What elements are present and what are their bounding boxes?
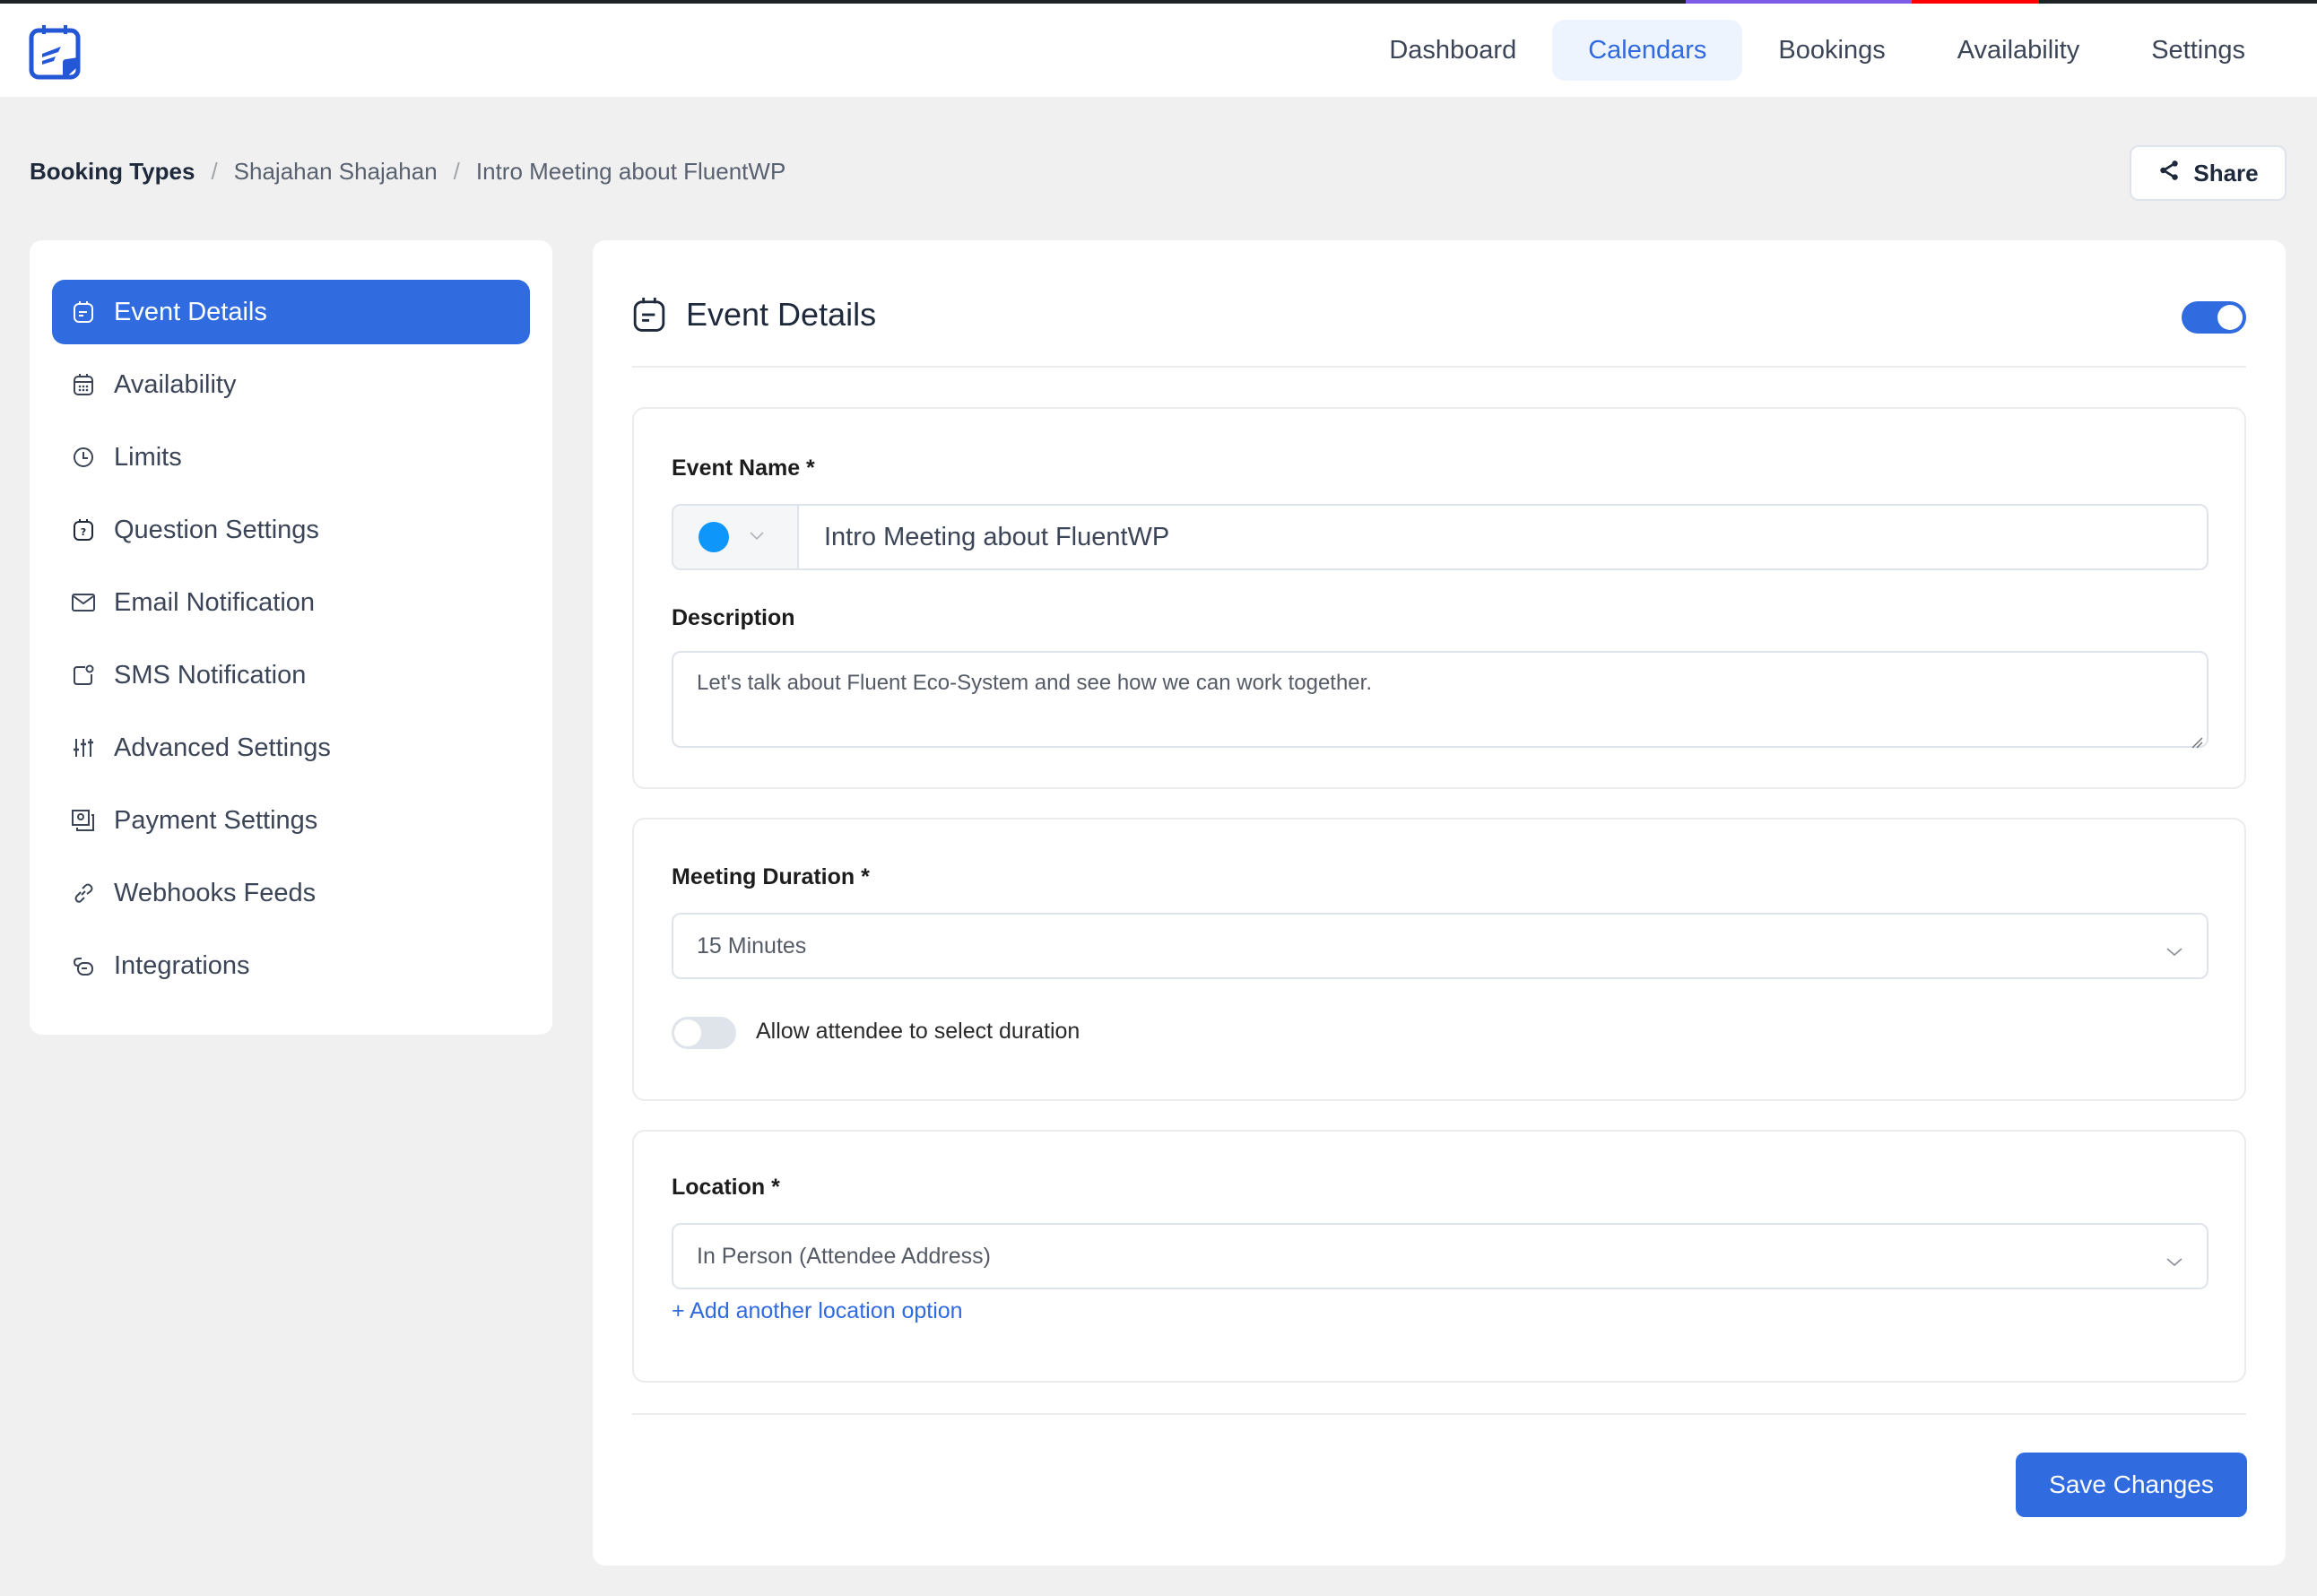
sidebar-item-webhooks-feeds[interactable]: Webhooks Feeds xyxy=(52,861,530,925)
top-header: Dashboard Calendars Bookings Availabilit… xyxy=(0,4,2317,97)
nav-bookings[interactable]: Bookings xyxy=(1742,20,1921,81)
payment-icon xyxy=(72,809,95,832)
event-enabled-toggle[interactable] xyxy=(2182,301,2246,334)
event-details-icon xyxy=(632,296,666,334)
color-swatch xyxy=(699,522,729,552)
sidebar-item-event-details[interactable]: Event Details xyxy=(52,280,530,344)
panel-header: Event Details xyxy=(632,240,2246,368)
integrations-icon xyxy=(72,954,95,977)
sliders-icon xyxy=(72,736,95,759)
description-text: Let's talk about Fluent Eco-System and s… xyxy=(697,671,1372,695)
question-icon: ? xyxy=(72,518,95,542)
duration-select[interactable]: 15 Minutes xyxy=(672,913,2209,979)
location-value: In Person (Attendee Address) xyxy=(697,1243,991,1269)
event-name-label: Event Name * xyxy=(672,455,815,481)
nav-settings[interactable]: Settings xyxy=(2115,20,2281,81)
allow-duration-toggle[interactable] xyxy=(672,1017,736,1049)
duration-value: 15 Minutes xyxy=(697,932,807,958)
location-select[interactable]: In Person (Attendee Address) xyxy=(672,1223,2209,1289)
breadcrumb-root[interactable]: Booking Types xyxy=(30,158,195,186)
panel-title: Event Details xyxy=(632,296,876,334)
add-location-link[interactable]: + Add another location option xyxy=(672,1298,963,1324)
allow-duration-label: Allow attendee to select duration xyxy=(756,1019,1080,1044)
breadcrumb-current: Intro Meeting about FluentWP xyxy=(475,158,786,185)
nav-calendars[interactable]: Calendars xyxy=(1552,20,1743,81)
sidebar-item-advanced-settings[interactable]: Advanced Settings xyxy=(52,716,530,780)
chevron-down-icon xyxy=(2165,1248,2183,1274)
sidebar-item-label: Webhooks Feeds xyxy=(114,878,317,907)
event-details-icon xyxy=(72,300,95,324)
sidebar-item-label: Advanced Settings xyxy=(114,733,331,762)
sidebar-item-label: SMS Notification xyxy=(114,660,307,690)
event-name-field: Intro Meeting about FluentWP xyxy=(672,504,2209,570)
sidebar-item-label: Limits xyxy=(114,442,182,472)
svg-text:?: ? xyxy=(81,526,86,538)
duration-label: Meeting Duration * xyxy=(672,864,870,889)
save-changes-button[interactable]: Save Changes xyxy=(2016,1453,2247,1517)
description-textarea[interactable]: Let's talk about Fluent Eco-System and s… xyxy=(672,651,2209,749)
sms-icon xyxy=(72,664,95,687)
main-nav: Dashboard Calendars Bookings Availabilit… xyxy=(1353,20,2281,81)
panel-title-text: Event Details xyxy=(686,296,877,333)
sidebar-item-availability[interactable]: Availability xyxy=(52,352,530,417)
sidebar-item-label: Question Settings xyxy=(114,515,319,544)
calendar-icon xyxy=(72,373,95,396)
settings-sidebar: Event Details Availability Limits ? Ques… xyxy=(30,240,552,1035)
location-card: Location * In Person (Attendee Address) … xyxy=(632,1130,2246,1383)
breadcrumb-item[interactable]: Shajahan Shajahan xyxy=(234,158,438,186)
location-label: Location * xyxy=(672,1175,780,1200)
sidebar-item-question-settings[interactable]: ? Question Settings xyxy=(52,498,530,562)
footer-divider xyxy=(632,1413,2246,1415)
sidebar-item-sms-notification[interactable]: SMS Notification xyxy=(52,643,530,707)
mail-icon xyxy=(72,591,95,614)
sidebar-item-email-notification[interactable]: Email Notification xyxy=(52,570,530,635)
resize-handle-icon[interactable] xyxy=(2191,730,2203,749)
chevron-down-icon xyxy=(749,529,765,545)
breadcrumb-separator: / xyxy=(211,158,218,185)
sidebar-item-label: Integrations xyxy=(114,950,250,980)
duration-card: Meeting Duration * 15 Minutes Allow atte… xyxy=(632,818,2246,1101)
share-icon xyxy=(2157,159,2181,188)
sidebar-item-label: Email Notification xyxy=(114,587,316,617)
sidebar-item-label: Payment Settings xyxy=(114,805,318,835)
share-label: Share xyxy=(2193,159,2259,186)
share-button[interactable]: Share xyxy=(2130,145,2287,201)
clock-icon xyxy=(72,446,95,469)
breadcrumb: Booking Types / Shajahan Shajahan / Intr… xyxy=(30,158,785,186)
event-details-panel: Event Details Event Name * Intro Meeting… xyxy=(593,240,2286,1566)
nav-dashboard[interactable]: Dashboard xyxy=(1353,20,1552,81)
link-icon xyxy=(72,881,95,905)
sidebar-item-payment-settings[interactable]: Payment Settings xyxy=(52,788,530,853)
event-name-input[interactable]: Intro Meeting about FluentWP xyxy=(799,506,2207,568)
app-logo-icon[interactable] xyxy=(29,23,81,81)
breadcrumb-separator: / xyxy=(453,158,460,185)
sidebar-item-limits[interactable]: Limits xyxy=(52,425,530,490)
event-name-card: Event Name * Intro Meeting about FluentW… xyxy=(632,407,2246,789)
chevron-down-icon xyxy=(2165,938,2183,964)
nav-availability[interactable]: Availability xyxy=(1922,20,2115,81)
sidebar-item-integrations[interactable]: Integrations xyxy=(52,933,530,998)
color-picker[interactable] xyxy=(673,506,799,568)
description-label: Description xyxy=(672,605,795,630)
sidebar-item-label: Availability xyxy=(114,369,237,399)
sidebar-item-label: Event Details xyxy=(114,297,267,326)
